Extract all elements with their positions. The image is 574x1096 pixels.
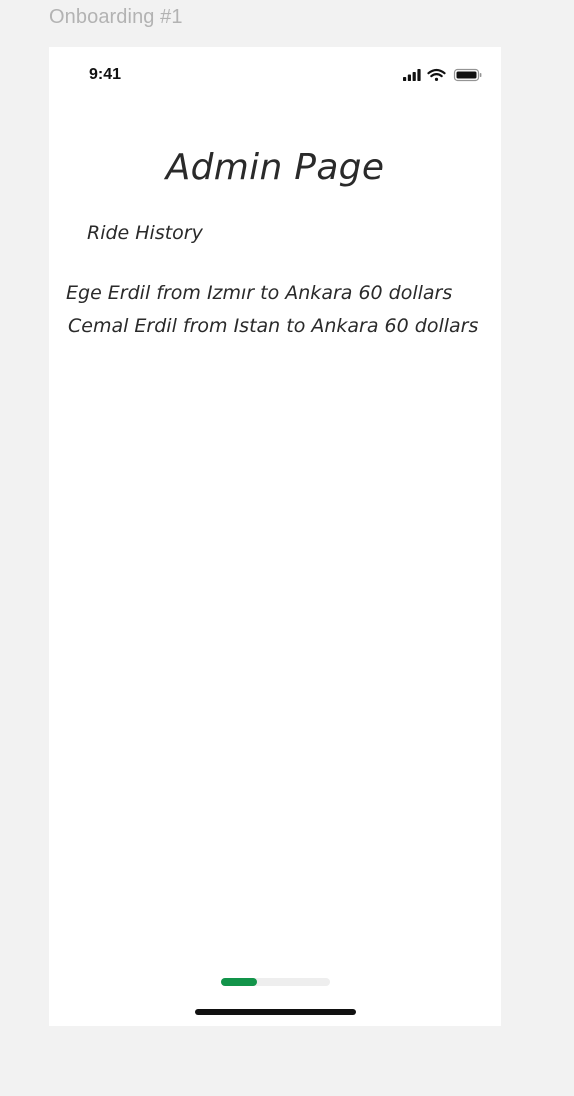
home-indicator[interactable] [195,1009,356,1015]
ride-history-heading: Ride History [87,222,203,244]
frame-label: Onboarding #1 [49,6,183,28]
ride-history-item: Ege Erdil from Izmır to Ankara 60 dollar… [66,282,453,304]
cellular-signal-icon [403,69,421,81]
ride-history-item: Cemal Erdil from Istan to Ankara 60 doll… [68,315,479,337]
phone-screen: 9:41 Admin Page Ride History Ege Erdil f… [49,47,501,1026]
wifi-icon [427,68,446,81]
battery-icon [453,68,482,82]
onboarding-progress-fill [221,978,257,986]
page-title: Admin Page [165,147,385,188]
status-bar-icons [403,68,501,82]
onboarding-progress-bar [221,978,330,986]
status-bar-time: 9:41 [89,66,122,83]
